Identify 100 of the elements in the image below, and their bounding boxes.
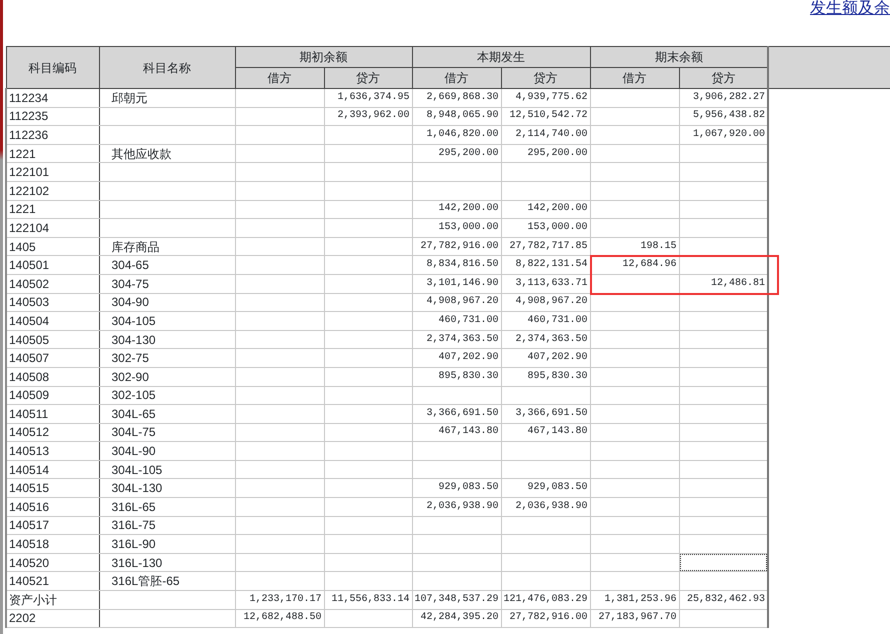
table-cell: 1,067,920.00 [679,126,768,144]
table-cell: 122101 [6,162,99,182]
table-cell: 12,510,542.72 [501,107,590,126]
table-cell: 140512 [6,423,99,442]
table-cell: 304-105 [99,312,235,330]
column-header: 借方 [235,68,324,88]
table-cell: 3,906,282.27 [679,88,768,108]
table-cell: 407,202.90 [412,348,501,368]
table-cell: 140514 [6,460,99,479]
table-cell: 1,636,374.95 [324,88,412,108]
table-cell: 27,782,717.85 [501,237,590,256]
table-cell: 304L-105 [99,460,235,479]
table-cell: 467,143.80 [501,423,590,442]
table-cell: 140517 [6,516,99,535]
table-cell: 112236 [6,126,99,144]
column-header: 借方 [590,68,679,88]
table-cell: 3,366,691.50 [501,404,590,424]
table-cell: 302-90 [99,367,235,386]
table-cell: 304L-75 [99,423,235,442]
column-header: 借方 [412,68,501,88]
table-cell: 资产小计 [6,590,99,610]
table-cell: 112234 [6,88,99,108]
table-cell: 316L-90 [99,534,235,554]
table-cell: 142,200.00 [412,200,501,219]
column-header: 贷方 [501,68,590,88]
table-cell: 1221 [6,144,99,163]
table-cell: 3,366,691.50 [412,404,501,424]
table-cell: 302-105 [99,386,235,405]
table-cell: 302-75 [99,348,235,368]
table-cell: 112235 [6,107,99,126]
table-cell: 140516 [6,498,99,516]
table-cell: 142,200.00 [501,200,590,219]
table-cell: 3,101,146.90 [412,274,501,294]
table-cell: 邱朝元 [99,88,235,108]
table-cell: 2,114,740.00 [501,126,590,144]
table-cell: 316L管胚-65 [99,572,235,591]
table-cell: 295,200.00 [501,144,590,163]
table-cell: 2202 [6,609,99,628]
table-cell: 140503 [6,293,99,312]
table-cell: 8,948,065.90 [412,107,501,126]
table-cell: 140504 [6,312,99,330]
table-cell: 140511 [6,404,99,424]
table-cell: 27,782,916.00 [412,237,501,256]
table-cell: 1,233,170.17 [235,590,324,610]
table-cell: 2,374,363.50 [501,330,590,349]
focused-cell[interactable] [679,553,768,572]
table-cell: 8,834,816.50 [412,256,501,274]
table-cell: 316L-130 [99,553,235,572]
table-cell: 其他应收款 [99,144,235,163]
table-cell: 2,393,962.00 [324,107,412,126]
column-header: 科目编码 [6,46,99,88]
table-cell: 140521 [6,572,99,591]
table-cell: 12,682,488.50 [235,609,324,628]
column-header: 期初余额 [235,46,412,68]
table-cell: 2,036,938.90 [412,498,501,516]
table-cell: 316L-65 [99,498,235,516]
table-cell: 460,731.00 [501,312,590,330]
table-cell: 140501 [6,256,99,274]
table-cell: 122102 [6,181,99,200]
table-cell: 11,556,833.14 [324,590,412,610]
table-cell: 895,830.30 [501,367,590,386]
table-cell: 153,000.00 [501,218,590,238]
table-cell: 316L-75 [99,516,235,535]
table-cell: 304-90 [99,293,235,312]
table-cell: 140513 [6,442,99,460]
table-cell: 140505 [6,330,99,349]
table-cell: 2,036,938.90 [501,498,590,516]
table-cell: 895,830.30 [412,367,501,386]
table-cell: 25,832,462.93 [679,590,768,610]
table-cell: 140509 [6,386,99,405]
table-cell: 460,731.00 [412,312,501,330]
column-header: 期末余额 [590,46,768,68]
table-cell: 1405 [6,237,99,256]
column-header: 贷方 [324,68,412,88]
table-cell: 122104 [6,218,99,238]
table-cell: 407,202.90 [501,348,590,368]
table-cell: 140508 [6,367,99,386]
column-header: 贷方 [679,68,768,88]
table-cell: 27,183,967.70 [590,609,679,628]
table-cell: 2,374,363.50 [412,330,501,349]
table-cell: 27,782,916.00 [501,609,590,628]
table-cell: 12,684.96 [590,256,679,274]
column-header: 科目名称 [99,46,235,88]
table-cell: 467,143.80 [412,423,501,442]
table-cell: 140520 [6,553,99,572]
table-cell: 304-75 [99,274,235,294]
table-cell: 140518 [6,534,99,554]
table-cell: 库存商品 [99,237,235,256]
table-cell: 929,083.50 [501,478,590,498]
table-cell: 1,381,253.96 [590,590,679,610]
table-cell: 5,956,438.82 [679,107,768,126]
table-cell: 304L-65 [99,404,235,424]
column-header: 本期发生 [412,46,590,68]
table-cell: 107,348,537.29 [412,590,501,610]
table-cell: 1221 [6,200,99,219]
table-cell: 140507 [6,348,99,368]
table-cell: 929,083.50 [412,478,501,498]
table-cell: 153,000.00 [412,218,501,238]
table-cell: 140515 [6,478,99,498]
table-cell: 304-65 [99,256,235,274]
